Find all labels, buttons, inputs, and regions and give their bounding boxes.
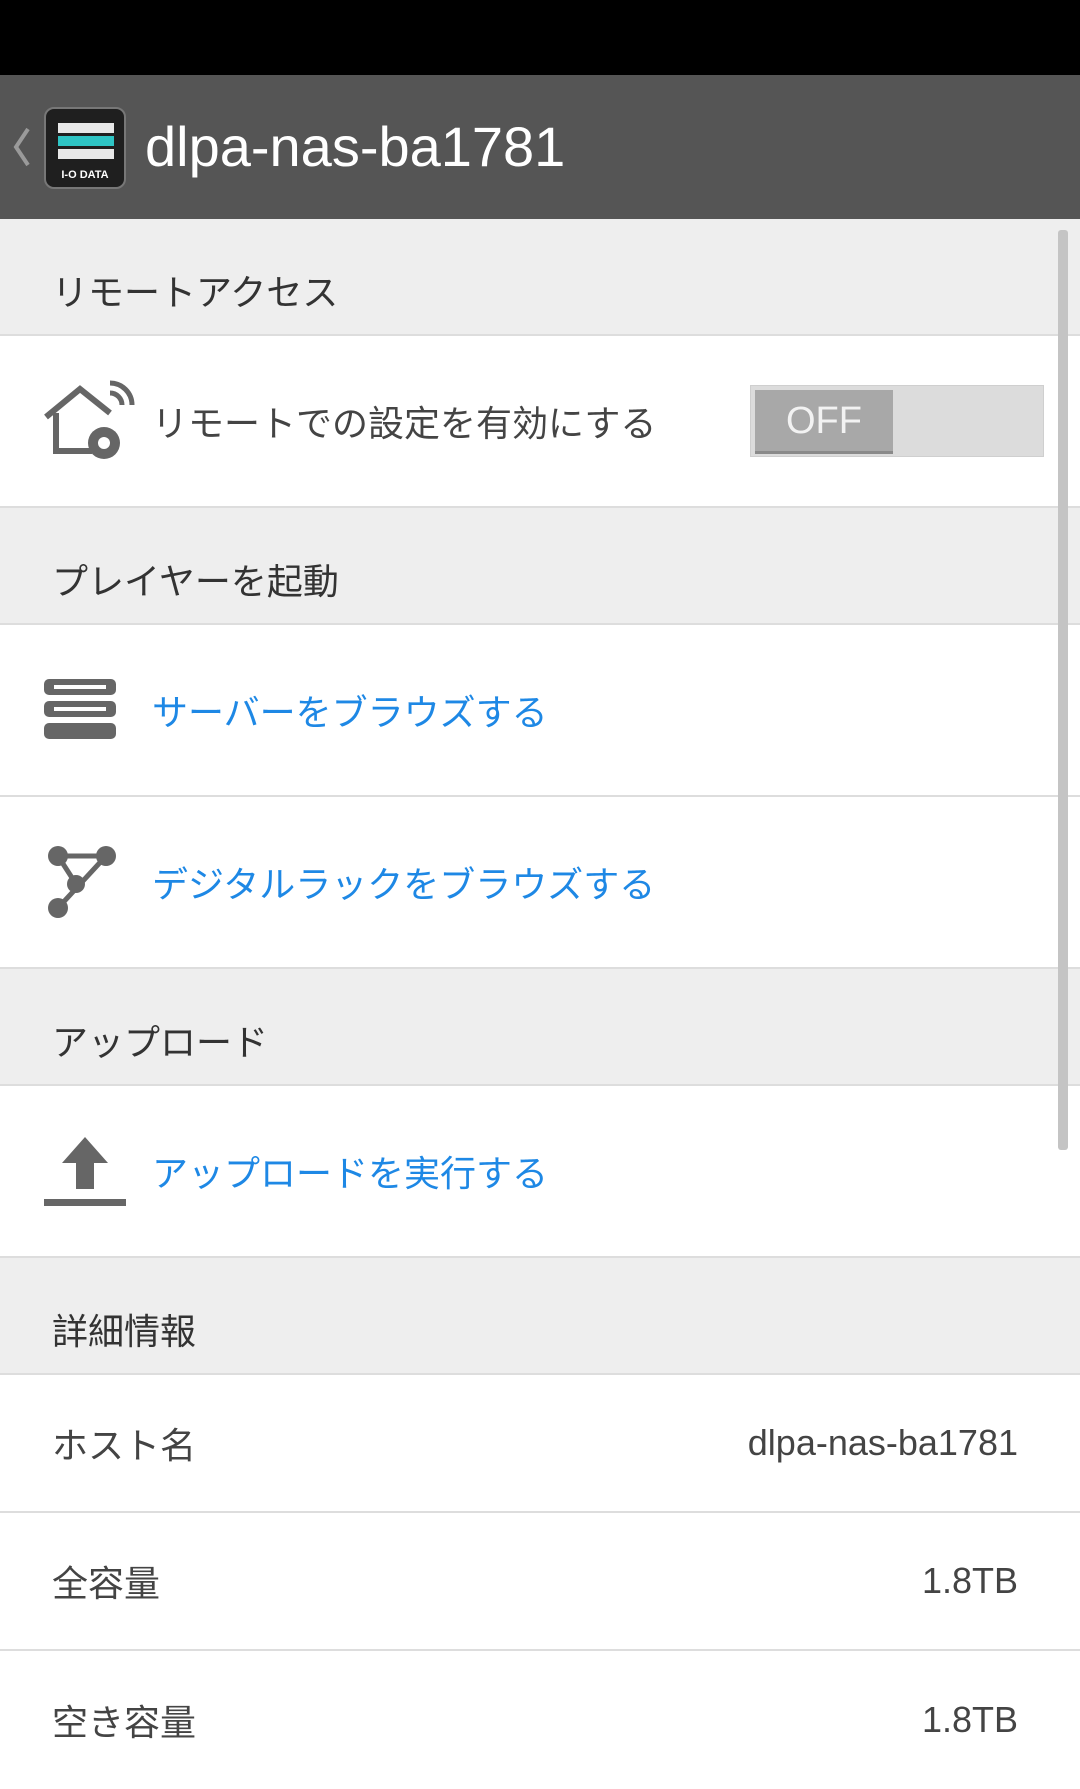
nas-device-icon — [58, 123, 114, 159]
info-row-total-capacity: 全容量 1.8TB — [0, 1513, 1080, 1651]
browse-digital-rack-row[interactable]: デジタルラックをブラウズする — [0, 797, 1080, 969]
browse-server-label: サーバーをブラウズする — [152, 693, 548, 734]
section-header-details: 詳細情報 — [0, 1258, 1080, 1375]
run-upload-row[interactable]: アップロードを実行する — [0, 1086, 1080, 1258]
section-header-label: アップロード — [52, 1023, 269, 1064]
info-row-free-capacity: 空き容量 1.8TB — [0, 1651, 1080, 1789]
back-chevron-icon[interactable] — [10, 125, 32, 169]
logo-text: I-O DATA — [61, 169, 109, 181]
page-title: dlpa-nas-ba1781 — [145, 115, 566, 178]
section-header-label: プレイヤーを起動 — [52, 562, 339, 603]
upload-icon — [44, 1137, 126, 1206]
status-bar — [0, 0, 1080, 75]
remote-home-settings-icon — [44, 380, 135, 459]
remote-setting-row[interactable]: リモートでの設定を有効にする OFF — [0, 336, 1080, 508]
action-bar: I-O DATA dlpa-nas-ba1781 — [0, 75, 1080, 219]
section-header-remote-access: リモートアクセス — [0, 219, 1080, 336]
server-stack-icon — [44, 679, 116, 739]
info-key: 空き容量 — [52, 1703, 197, 1744]
settings-list: リモートアクセス リモートでの設定を有効にする OFF プレイヤーを起動 サーバ… — [0, 219, 1080, 1789]
section-header-player: プレイヤーを起動 — [0, 508, 1080, 625]
info-value: dlpa-nas-ba1781 — [747, 1422, 1018, 1463]
toggle-thumb: OFF — [755, 390, 893, 454]
browse-digital-rack-label: デジタルラックをブラウズする — [152, 865, 656, 906]
info-key: 全容量 — [52, 1564, 161, 1605]
browse-server-row[interactable]: サーバーをブラウズする — [0, 625, 1080, 797]
app-logo[interactable]: I-O DATA — [44, 107, 126, 189]
remote-setting-toggle[interactable]: OFF — [750, 385, 1044, 457]
section-header-upload: アップロード — [0, 969, 1080, 1086]
run-upload-label: アップロードを実行する — [152, 1154, 549, 1195]
section-header-label: 詳細情報 — [52, 1312, 197, 1353]
section-header-label: リモートアクセス — [52, 273, 339, 314]
info-row-hostname: ホスト名 dlpa-nas-ba1781 — [0, 1375, 1080, 1513]
scrollbar[interactable] — [1058, 230, 1068, 1150]
remote-setting-label: リモートでの設定を有効にする — [152, 404, 657, 445]
info-value: 1.8TB — [921, 1699, 1018, 1740]
info-value: 1.8TB — [921, 1560, 1018, 1601]
info-key: ホスト名 — [52, 1426, 197, 1467]
share-nodes-icon — [48, 846, 116, 918]
